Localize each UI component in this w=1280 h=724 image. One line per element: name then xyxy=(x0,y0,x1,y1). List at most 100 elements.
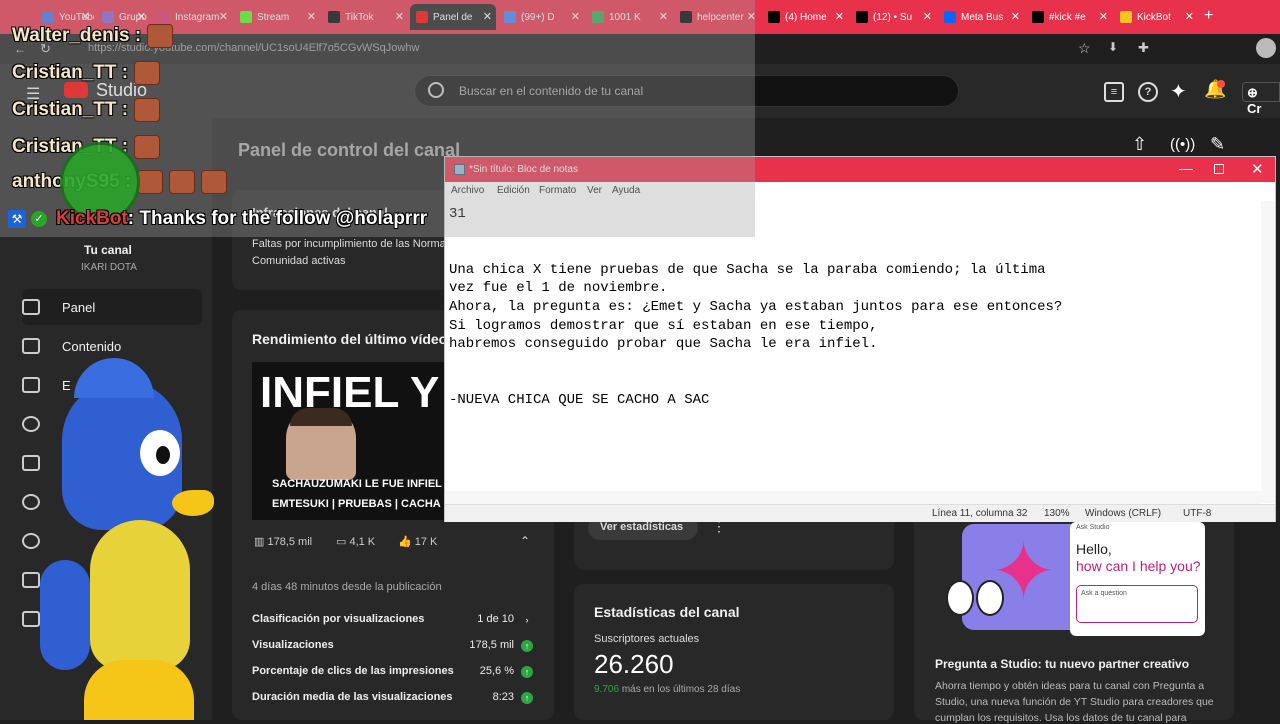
sidebar-item-label: E xyxy=(62,377,71,393)
video-stat-label: Clasificación por visualizaciones xyxy=(252,613,425,625)
tab-label: (12) • Su xyxy=(873,11,913,23)
notepad-text-area[interactable]: 31 Una chica X tiene pruebas de que Sach… xyxy=(449,205,1259,495)
vertical-scrollbar[interactable] xyxy=(1261,201,1275,503)
likes-value: 17 K xyxy=(414,536,438,548)
maximize-button[interactable] xyxy=(1214,164,1224,174)
ask-studio-badge: Ask Studio xyxy=(1076,524,1110,531)
published-text: 4 días 48 minutos desde la publicación xyxy=(252,581,442,593)
chat-username: Cristian_TT : xyxy=(12,99,129,121)
tab-label: KickBot xyxy=(1137,11,1171,23)
comments-stat: ▭ 4,1 K xyxy=(336,535,375,548)
tab-close-icon[interactable]: ✕ xyxy=(81,10,90,23)
tab-close-icon[interactable]: ✕ xyxy=(571,10,580,23)
upload-icon[interactable]: ⇧ xyxy=(1132,134,1147,155)
chat-emote xyxy=(137,170,164,194)
dollar-icon xyxy=(22,533,40,549)
browser-tab[interactable]: TikTok ✕ xyxy=(322,4,408,30)
penguin-feet xyxy=(84,660,194,720)
tab-close-icon[interactable]: ✕ xyxy=(395,10,404,23)
ask-studio-help: how can I help you? xyxy=(1076,558,1201,574)
ask-studio-body-2: Studio, una nueva función de YT Studio p… xyxy=(935,696,1214,708)
browser-tab[interactable]: (12) • Su ✕ xyxy=(850,4,936,30)
edit-icon[interactable]: ✎ xyxy=(1210,134,1225,155)
chat-emote xyxy=(201,170,228,194)
browser-tab[interactable]: KickBot ✕ xyxy=(1114,4,1198,30)
tab-close-icon[interactable]: ✕ xyxy=(307,10,316,23)
notepad-menubar: Archivo Edición Formato Ver Ayuda xyxy=(445,182,1275,201)
browser-tab[interactable]: #kick #e ✕ xyxy=(1026,4,1112,30)
browser-tab[interactable]: (4) Home ✕ xyxy=(762,4,848,30)
chat-message: Cristian_TT : xyxy=(12,98,161,122)
chevron-right-icon[interactable]: › xyxy=(521,614,533,626)
extensions-icon[interactable]: ✚ xyxy=(1138,40,1149,56)
close-button[interactable]: ✕ xyxy=(1251,160,1264,178)
tab-label: Stream xyxy=(257,11,290,23)
tab-close-icon[interactable]: ✕ xyxy=(483,10,492,23)
tab-close-icon[interactable]: ✕ xyxy=(1185,10,1194,23)
penguin-beak xyxy=(172,490,214,516)
browser-tab[interactable]: helpcenter ✕ xyxy=(674,4,760,30)
tab-close-icon[interactable]: ✕ xyxy=(219,10,228,23)
ask-studio-body-3: cumplan los requisitos. Usa los datos de… xyxy=(935,712,1187,724)
tab-close-icon[interactable]: ✕ xyxy=(923,10,932,23)
kickbot-message: KickBot: Thanks for the follow @holaprrr xyxy=(56,208,427,230)
tab-label: Meta Bus xyxy=(961,11,1004,23)
kickbot-text: : Thanks for the follow @holaprrr xyxy=(127,208,428,229)
create-button[interactable]: ⊕ Cr xyxy=(1242,82,1280,116)
help-icon[interactable]: ? xyxy=(1138,82,1158,102)
sidebar-item-panel[interactable]: Panel xyxy=(22,289,202,325)
tab-close-icon[interactable]: ✕ xyxy=(1011,10,1020,23)
tab-close-icon[interactable]: ✕ xyxy=(835,10,844,23)
chevron-up-icon[interactable]: ⌃ xyxy=(520,534,530,548)
last-video-title: Rendimiento del último vídeo xyxy=(252,331,448,347)
notepad-menu-item[interactable]: Ayuda xyxy=(612,185,640,196)
likes-stat: 👍 17 K xyxy=(398,535,437,548)
minimize-button[interactable]: — xyxy=(1179,160,1193,176)
tab-favicon-icon xyxy=(504,11,516,23)
eye-right-icon xyxy=(976,580,1004,616)
bookmark-star-icon[interactable]: ☆ xyxy=(1078,40,1091,57)
video-thumbnail[interactable]: INFIEL Y SACHAUZUMAKI LE FUE INFIEL EMTE… xyxy=(252,362,444,520)
verified-icon: ✓ xyxy=(31,211,47,227)
trend-up-icon: ↑ xyxy=(521,640,533,652)
ask-studio-sparkle-icon[interactable]: ✦ xyxy=(1170,79,1187,104)
status-encoding: UTF-8 xyxy=(1183,508,1212,519)
horizontal-scrollbar[interactable] xyxy=(445,491,1261,504)
penguin-pupil xyxy=(156,446,170,464)
download-icon[interactable]: ⬇ xyxy=(1108,40,1118,54)
browser-tab[interactable]: (99+) D ✕ xyxy=(498,4,584,30)
notepad-menu-item[interactable]: Edición xyxy=(497,185,530,196)
tab-favicon-icon xyxy=(680,11,692,23)
eye-left-icon xyxy=(946,580,974,616)
tab-label: #kick #e xyxy=(1049,11,1086,23)
search-input[interactable]: Buscar en el contenido de tu canal xyxy=(459,84,643,98)
moderator-icon: ⚒ xyxy=(8,210,26,228)
new-tab-button[interactable]: + xyxy=(1204,7,1213,25)
sidebar-item-label: Panel xyxy=(62,299,96,315)
tab-close-icon[interactable]: ✕ xyxy=(659,10,668,23)
browser-tab[interactable]: 1001 K ✕ xyxy=(586,4,672,30)
tab-close-icon[interactable]: ✕ xyxy=(137,10,146,23)
browser-tab[interactable]: Meta Bus ✕ xyxy=(938,4,1024,30)
profile-avatar[interactable] xyxy=(1256,38,1276,58)
video-stat-value: 178,5 mil xyxy=(469,639,514,651)
channel-stats-title: Estadísticas del canal xyxy=(594,604,740,620)
analytics-icon xyxy=(22,377,40,393)
trend-up-icon: ↑ xyxy=(521,692,533,704)
penguin-wing xyxy=(40,560,90,670)
channel-name: IKARI DOTA xyxy=(81,262,137,273)
ask-studio-hello: Hello, xyxy=(1076,541,1112,557)
browser-tab[interactable]: Stream ✕ xyxy=(234,4,320,30)
notepad-menu-item[interactable]: Archivo xyxy=(451,185,484,196)
feedback-icon[interactable]: ≡ xyxy=(1104,82,1124,102)
tab-close-icon[interactable]: ✕ xyxy=(747,10,756,23)
go-live-icon[interactable]: ((•)) xyxy=(1170,136,1195,153)
notepad-menu-item[interactable]: Formato xyxy=(539,185,576,196)
tab-close-icon[interactable]: ✕ xyxy=(1099,10,1108,23)
chat-emote xyxy=(134,98,161,122)
notepad-menu-item[interactable]: Ver xyxy=(587,185,602,196)
notepad-titlebar[interactable]: *Sin título: Bloc de notas — ✕ xyxy=(445,157,1275,182)
tab-label: 1001 K xyxy=(609,11,641,23)
browser-tab[interactable]: Panel de ✕ xyxy=(410,4,496,30)
notepad-window: *Sin título: Bloc de notas — ✕ Archivo Ed… xyxy=(444,156,1276,522)
